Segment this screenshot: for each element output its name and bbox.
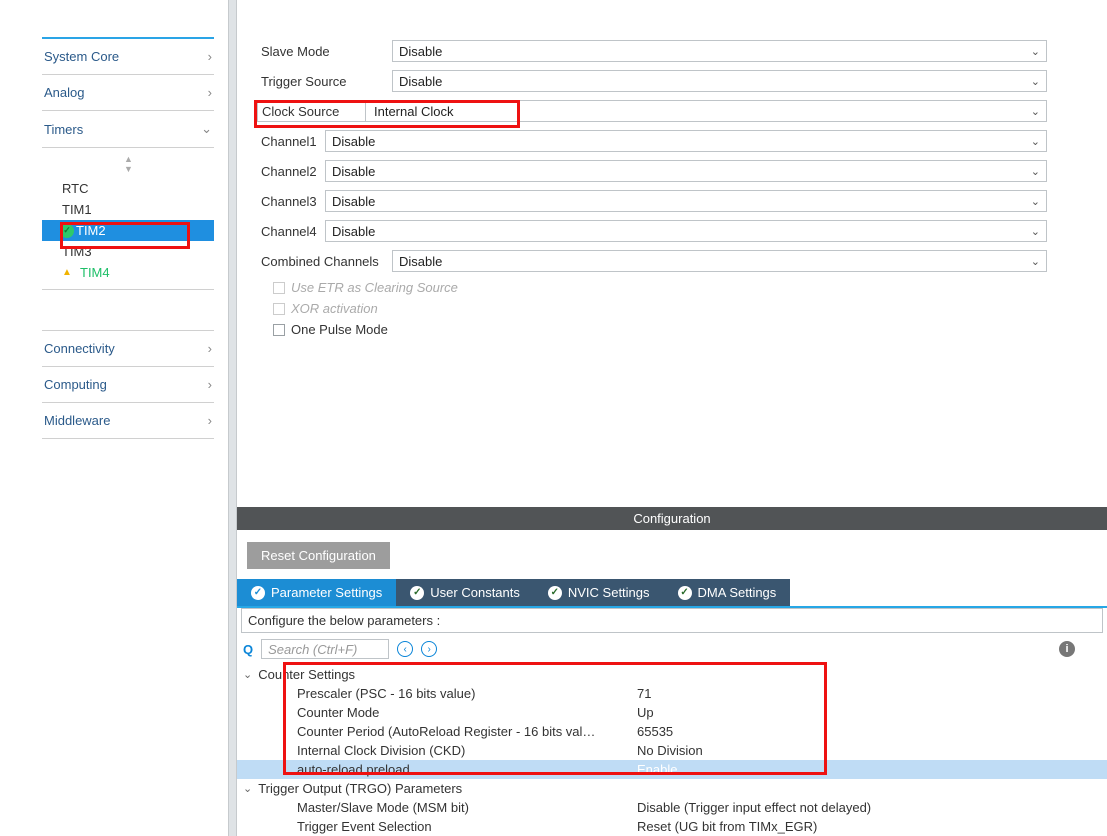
row-channel4: Channel4 Disable ⌄ bbox=[257, 220, 1047, 242]
row-channel3: Channel3 Disable ⌄ bbox=[257, 190, 1047, 212]
select-trigger-source[interactable]: Disable ⌄ bbox=[392, 70, 1047, 92]
sidebar-item-tim3[interactable]: TIM3 bbox=[42, 241, 214, 262]
main-panel: Slave Mode Disable ⌄ Trigger Source Disa… bbox=[237, 0, 1107, 836]
configuration-header: Configuration bbox=[237, 507, 1107, 530]
row-channel1: Channel1 Disable ⌄ bbox=[257, 130, 1047, 152]
select-clock-source[interactable]: Internal Clock ⌄ bbox=[365, 100, 1047, 122]
config-description: Configure the below parameters : bbox=[241, 608, 1103, 633]
chevron-down-icon: ⌄ bbox=[1031, 165, 1040, 178]
sidebar: System Core › Analog › Timers ⌄ ▲▼ RTC T… bbox=[0, 0, 228, 836]
chevron-down-icon: ⌄ bbox=[1031, 195, 1040, 208]
select-channel3[interactable]: Disable ⌄ bbox=[325, 190, 1047, 212]
sidebar-category-system-core[interactable]: System Core › bbox=[42, 37, 214, 75]
drag-handle-icon[interactable]: ▲▼ bbox=[42, 152, 214, 178]
sidebar-category-analog[interactable]: Analog › bbox=[42, 74, 214, 111]
search-icon[interactable]: Q bbox=[243, 642, 253, 657]
param-trigger-event-selection[interactable]: Trigger Event Selection Reset (UG bit fr… bbox=[237, 817, 1107, 836]
checkbox-xor: XOR activation bbox=[273, 301, 1047, 316]
select-channel2[interactable]: Disable ⌄ bbox=[325, 160, 1047, 182]
warning-icon: ▲ bbox=[60, 266, 74, 280]
panel-divider[interactable] bbox=[228, 0, 237, 836]
select-channel4[interactable]: Disable ⌄ bbox=[325, 220, 1047, 242]
chevron-down-icon: ⌄ bbox=[1031, 255, 1040, 268]
label-slave-mode: Slave Mode bbox=[257, 42, 392, 61]
tab-nvic-settings[interactable]: ✓ NVIC Settings bbox=[534, 579, 664, 606]
chevron-down-icon: ⌄ bbox=[243, 782, 252, 795]
param-counter-mode[interactable]: Counter Mode Up bbox=[237, 703, 1107, 722]
chevron-right-icon: › bbox=[208, 413, 212, 428]
label-channel4: Channel4 bbox=[257, 222, 325, 241]
group-counter-settings[interactable]: ⌄ Counter Settings bbox=[237, 665, 1107, 684]
checkbox-one-pulse[interactable]: One Pulse Mode bbox=[273, 322, 1047, 337]
check-icon: ✓ bbox=[678, 586, 692, 600]
chevron-down-icon: ⌄ bbox=[1031, 75, 1040, 88]
chevron-down-icon: ⌄ bbox=[201, 121, 212, 137]
sidebar-item-tim1[interactable]: TIM1 bbox=[42, 199, 214, 220]
chevron-down-icon: ⌄ bbox=[1031, 45, 1040, 58]
chevron-right-icon: › bbox=[208, 85, 212, 100]
row-channel2: Channel2 Disable ⌄ bbox=[257, 160, 1047, 182]
select-channel1[interactable]: Disable ⌄ bbox=[325, 130, 1047, 152]
param-auto-reload-preload[interactable]: auto-reload preload Enable bbox=[237, 760, 1107, 779]
info-icon[interactable]: i bbox=[1059, 641, 1075, 657]
reset-configuration-button[interactable]: Reset Configuration bbox=[247, 542, 390, 569]
tab-parameter-settings[interactable]: ✓ Parameter Settings bbox=[237, 579, 396, 606]
chevron-down-icon: ⌄ bbox=[1031, 135, 1040, 148]
chevron-down-icon: ⌄ bbox=[243, 668, 252, 681]
row-clock-source: Clock Source Internal Clock ⌄ bbox=[257, 100, 1047, 122]
sidebar-category-middleware[interactable]: Middleware › bbox=[42, 402, 214, 439]
mode-config-form: Slave Mode Disable ⌄ Trigger Source Disa… bbox=[237, 0, 1107, 359]
row-trigger-source: Trigger Source Disable ⌄ bbox=[257, 70, 1047, 92]
label-trigger-source: Trigger Source bbox=[257, 72, 392, 91]
label-channel1: Channel1 bbox=[257, 132, 325, 151]
config-tabs: ✓ Parameter Settings ✓ User Constants ✓ … bbox=[237, 579, 1107, 608]
check-icon: ✓ bbox=[410, 586, 424, 600]
sidebar-category-timers[interactable]: Timers ⌄ bbox=[42, 110, 214, 148]
sidebar-item-tim4[interactable]: ▲ TIM4 bbox=[42, 262, 214, 283]
check-icon: ✓ bbox=[251, 586, 265, 600]
search-input[interactable]: Search (Ctrl+F) bbox=[261, 639, 389, 659]
checkbox-icon bbox=[273, 282, 285, 294]
sidebar-item-rtc[interactable]: RTC bbox=[42, 178, 214, 199]
label-channel2: Channel2 bbox=[257, 162, 325, 181]
tab-user-constants[interactable]: ✓ User Constants bbox=[396, 579, 534, 606]
tab-dma-settings[interactable]: ✓ DMA Settings bbox=[664, 579, 791, 606]
search-next-button[interactable]: › bbox=[421, 641, 437, 657]
checkbox-icon bbox=[273, 324, 285, 336]
param-msm-bit[interactable]: Master/Slave Mode (MSM bit) Disable (Tri… bbox=[237, 798, 1107, 817]
label-channel3: Channel3 bbox=[257, 192, 325, 211]
chevron-right-icon: › bbox=[208, 49, 212, 64]
chevron-down-icon: ⌄ bbox=[1031, 105, 1040, 118]
checkbox-use-etr: Use ETR as Clearing Source bbox=[273, 280, 1047, 295]
sidebar-category-connectivity[interactable]: Connectivity › bbox=[42, 330, 214, 367]
row-slave-mode: Slave Mode Disable ⌄ bbox=[257, 40, 1047, 62]
param-counter-period[interactable]: Counter Period (AutoReload Register - 16… bbox=[237, 722, 1107, 741]
group-trgo-parameters[interactable]: ⌄ Trigger Output (TRGO) Parameters bbox=[237, 779, 1107, 798]
param-prescaler[interactable]: Prescaler (PSC - 16 bits value) 71 bbox=[237, 684, 1107, 703]
search-prev-button[interactable]: ‹ bbox=[397, 641, 413, 657]
select-slave-mode[interactable]: Disable ⌄ bbox=[392, 40, 1047, 62]
chevron-down-icon: ⌄ bbox=[1031, 225, 1040, 238]
chevron-right-icon: › bbox=[208, 341, 212, 356]
chevron-right-icon: › bbox=[208, 377, 212, 392]
sidebar-category-computing[interactable]: Computing › bbox=[42, 366, 214, 403]
checkbox-icon bbox=[273, 303, 285, 315]
label-combined-channels: Combined Channels bbox=[257, 252, 392, 271]
parameters-tree: ⌄ Counter Settings Prescaler (PSC - 16 b… bbox=[237, 665, 1107, 836]
row-combined-channels: Combined Channels Disable ⌄ bbox=[257, 250, 1047, 272]
sidebar-item-tim2[interactable]: ✓ TIM2 bbox=[42, 220, 214, 241]
param-ckd[interactable]: Internal Clock Division (CKD) No Divisio… bbox=[237, 741, 1107, 760]
check-icon: ✓ bbox=[60, 224, 74, 238]
select-combined-channels[interactable]: Disable ⌄ bbox=[392, 250, 1047, 272]
label-clock-source: Clock Source bbox=[257, 100, 365, 122]
check-icon: ✓ bbox=[548, 586, 562, 600]
